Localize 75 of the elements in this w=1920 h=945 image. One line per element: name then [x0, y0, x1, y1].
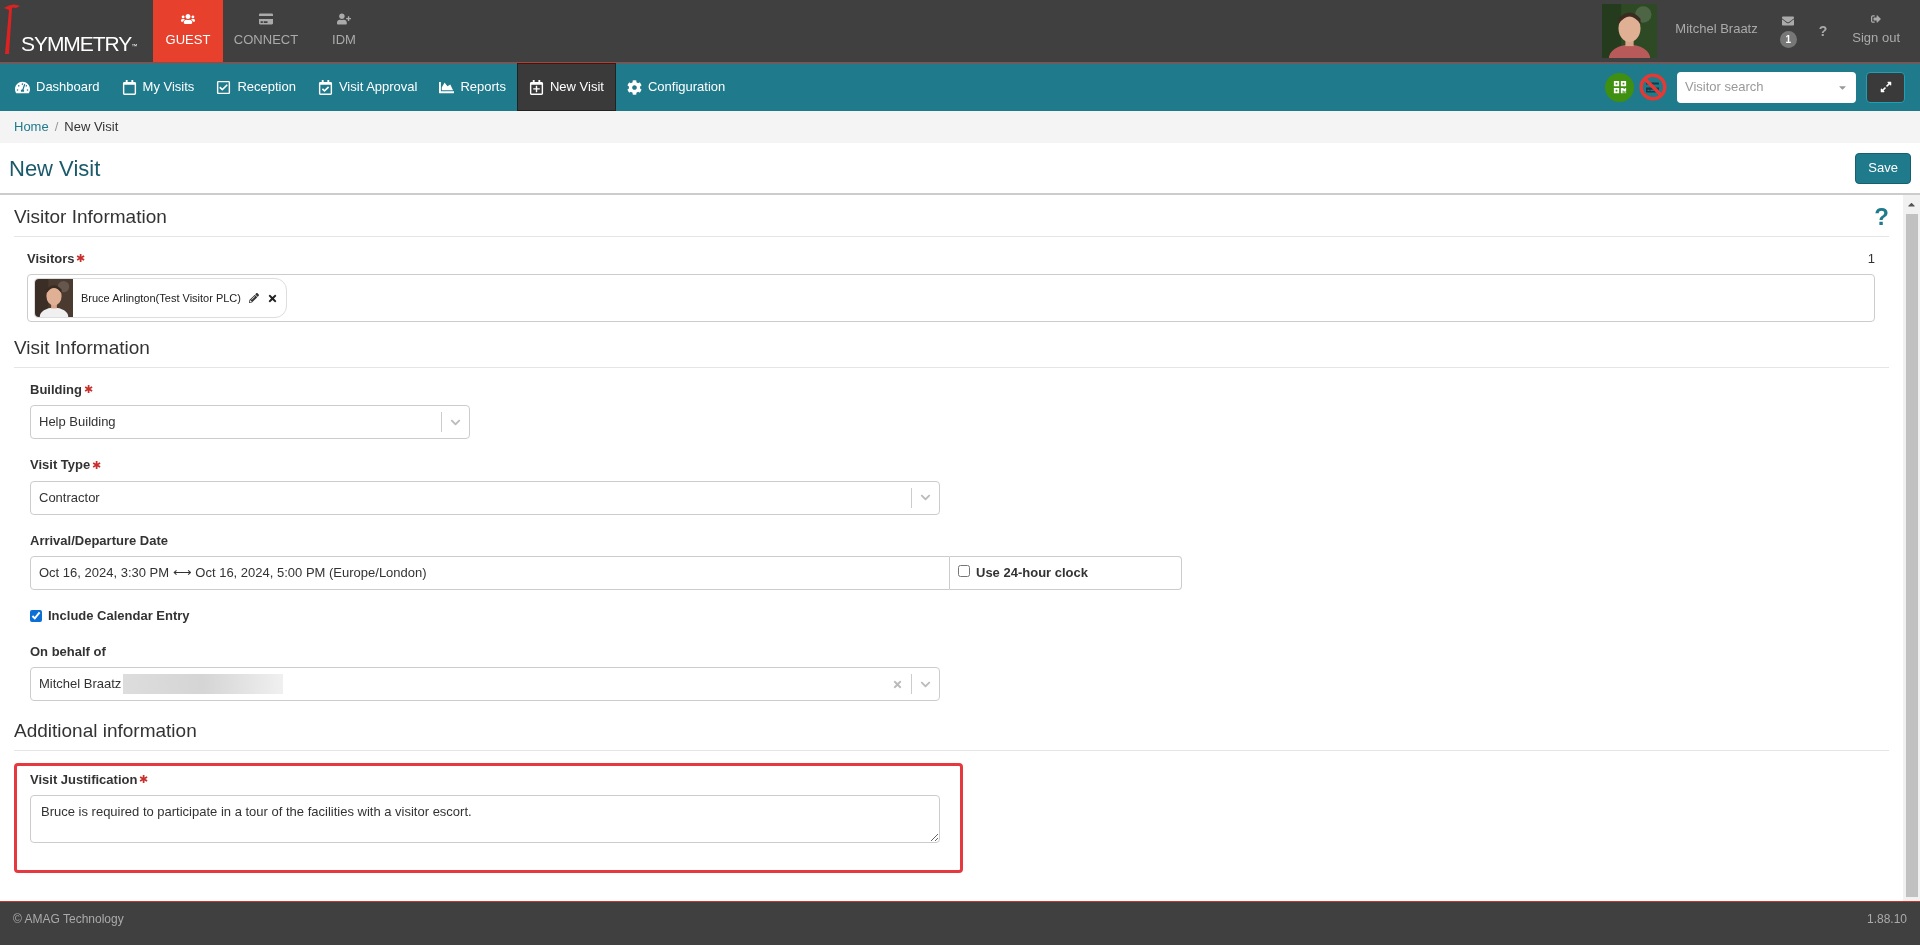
clock-checkbox[interactable]: [958, 565, 970, 577]
qr-code-icon: [1612, 80, 1627, 94]
checkbox-label: Use 24-hour clock: [976, 564, 1088, 582]
date-range-value: Oct 16, 2024, 3:30 PM ⟷ Oct 16, 2024, 5:00 PM (Europe/London): [39, 564, 427, 582]
field-label: Visit Type: [30, 456, 91, 474]
card-icon: [1646, 80, 1659, 94]
save-button[interactable]: Save: [1855, 152, 1911, 184]
checkbox-label: Include Calendar Entry: [48, 607, 190, 625]
logo[interactable]: SYMMETRY$^{™}$: [21, 33, 137, 54]
section-title: Additional information: [14, 719, 197, 743]
field-label: Building: [30, 380, 82, 399]
breadcrumb-link[interactable]: Home: [14, 117, 49, 137]
calendar-checkbox[interactable]: [30, 609, 42, 622]
area-chart-icon: [439, 79, 455, 95]
required-mark: ✱: [76, 251, 86, 266]
nav-tab[interactable]: New Visit: [517, 63, 616, 111]
settings-icon: [626, 79, 642, 95]
field-label: Visit Justification: [30, 770, 138, 789]
calendar-icon: [121, 79, 137, 95]
nav-tab[interactable]: Reception: [205, 63, 307, 111]
select-value: Help Building: [39, 413, 116, 432]
required-mark: ✱: [84, 382, 93, 397]
breadcrumb-separator: /: [54, 118, 59, 137]
section-title: Visit Information: [14, 336, 150, 360]
select-value: Contractor: [39, 488, 100, 507]
section-title: Visitor Information: [14, 205, 167, 229]
remove-icon[interactable]: [267, 292, 278, 304]
visitor-count: 1: [1867, 249, 1875, 268]
nav-tab[interactable]: Visit Approval: [306, 63, 429, 111]
message-count: 1: [1779, 30, 1797, 48]
module-tab[interactable]: CONNECT: [231, 0, 301, 62]
scrollbar[interactable]: [1903, 195, 1920, 901]
mail-icon[interactable]: [1782, 14, 1795, 27]
prohibited-icon: [1638, 73, 1667, 101]
calendar-plus-icon: [529, 79, 544, 95]
select-field[interactable]: Contractor: [30, 480, 940, 515]
gauge-icon: [15, 79, 30, 95]
search-placeholder: Visitor search: [1685, 78, 1765, 97]
visitor-chip[interactable]: Bruce Arlington(Test Visitor PLC): [34, 278, 287, 318]
qr-code-button[interactable]: [1605, 72, 1634, 102]
visitors-field[interactable]: Bruce Arlington(Test Visitor PLC): [27, 274, 1875, 322]
module-tab[interactable]: GUEST: [153, 0, 223, 62]
breadcrumb-current: New Visit: [64, 118, 119, 137]
sign-out-icon: [1871, 14, 1882, 25]
nav-tab[interactable]: Reports: [428, 63, 517, 111]
visitor-name: Bruce Arlington(Test Visitor PLC): [81, 290, 241, 306]
page-title: New Visit: [9, 154, 101, 183]
card-icon: [259, 12, 273, 27]
help-icon[interactable]: ?: [1874, 205, 1889, 230]
date-range-field[interactable]: Oct 16, 2024, 3:30 PM ⟷ Oct 16, 2024, 5:00 PM (Europe/London): [30, 556, 950, 590]
user-name[interactable]: Mitchel Braatz: [1675, 19, 1758, 39]
users-icon: [181, 12, 195, 27]
module-tab[interactable]: IDM: [309, 0, 379, 62]
expand-button[interactable]: [1866, 71, 1905, 103]
calendar-check-icon: [317, 79, 333, 95]
select-value: Mitchel Braatz: [39, 675, 122, 694]
field-label: On behalf of: [30, 642, 106, 661]
field-label: Arrival/Departure Date: [30, 531, 168, 550]
visitor-search-field[interactable]: Visitor search: [1677, 71, 1856, 103]
pencil-icon[interactable]: [249, 293, 259, 303]
field-label: Visitors: [27, 249, 75, 268]
required-mark: ✱: [92, 457, 102, 473]
help-link[interactable]: ?: [1818, 20, 1828, 42]
nav-tab[interactable]: My Visits: [110, 63, 206, 111]
select-field[interactable]: Help Building: [30, 405, 470, 439]
user-plus-icon: [337, 12, 351, 27]
copyright: © AMAG Technology: [13, 911, 124, 928]
checkbox-icon: [216, 79, 232, 95]
expand-icon: [1879, 81, 1892, 93]
justification-field[interactable]: Bruce is required to participate in a tour of the facilities with a visitor escort.: [30, 795, 940, 843]
nav-tab[interactable]: Dashboard: [4, 63, 111, 111]
nav-tab[interactable]: Configuration: [615, 63, 737, 111]
required-mark: ✱: [139, 772, 149, 787]
sign-out-button[interactable]: Sign out: [1852, 0, 1900, 62]
version: 1.88.10: [1866, 911, 1907, 928]
